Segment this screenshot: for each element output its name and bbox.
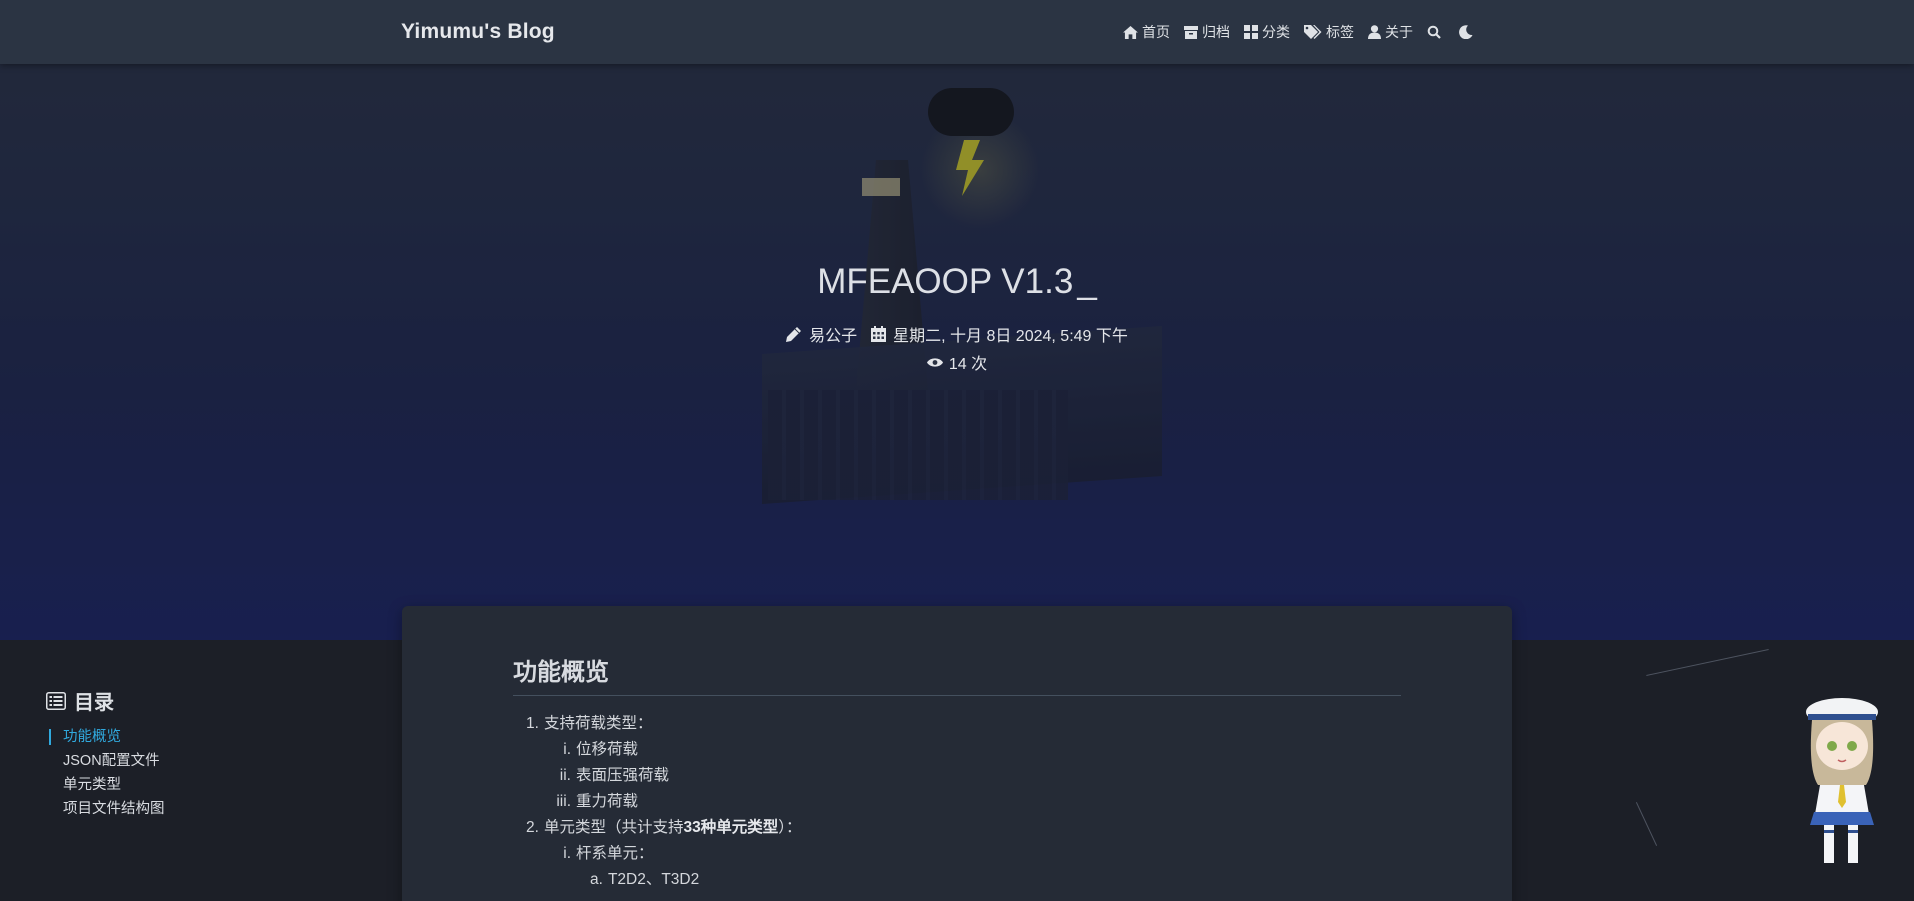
post-meta: 易公子 星期二, 十月 8日 2024, 5:49 下午 <box>0 322 1914 346</box>
toc-header: 目录 <box>46 686 165 715</box>
post-title: MFEAOOP V1.3 _ <box>0 262 1914 302</box>
list-icon <box>46 691 66 710</box>
navbar: Yimumu's Blog 首页 归档 分类 标签 关于 <box>0 0 1914 64</box>
pencil-icon <box>786 327 802 342</box>
nav-item-label: 标签 <box>1326 24 1354 40</box>
toc-list: 功能概览 JSON配置文件 单元类型 项目文件结构图 <box>46 725 165 821</box>
tags-icon <box>1304 25 1322 39</box>
list-text: 重力荷载 <box>576 793 639 810</box>
section-heading: 功能概览 <box>513 652 1401 696</box>
list-item: iii. 重力荷载 <box>513 789 1401 815</box>
archive-icon <box>1184 25 1198 39</box>
nav-item-home[interactable]: 首页 <box>1123 22 1170 42</box>
list-item: a. T2D2、T3D2 <box>513 867 1401 893</box>
list-text: ）： <box>778 819 802 836</box>
article-content: 功能概览 1. 支持荷载类型： i. 位移荷载 ii. 表面压强荷载 iii. 重力荷载… <box>513 652 1401 893</box>
list-text: 单元类型（共计支持 <box>543 819 684 836</box>
list-text-bold: 33种单元类型 <box>683 819 779 836</box>
home-icon <box>1123 25 1138 39</box>
list-text: 杆系单元： <box>576 845 654 862</box>
theme-toggle-button[interactable] <box>1459 25 1473 39</box>
typing-cursor: _ <box>1077 262 1097 301</box>
post-author: 易公子 <box>786 322 857 346</box>
list-text: 表面压强荷载 <box>576 767 670 784</box>
post-views-count: 14 次 <box>948 356 988 373</box>
post-title-text: MFEAOOP V1.3 <box>817 262 1074 301</box>
nav-item-label: 分类 <box>1262 24 1290 40</box>
grid-icon <box>1244 25 1258 39</box>
toc-item-json-config[interactable]: JSON配置文件 <box>46 749 165 773</box>
nav-item-archive[interactable]: 归档 <box>1184 22 1230 42</box>
list-number: 1. <box>526 715 539 732</box>
mascot-character[interactable] <box>1790 690 1890 870</box>
list-item: 1. 支持荷载类型： <box>513 711 1401 737</box>
user-icon <box>1368 25 1381 39</box>
toc-item-element-types[interactable]: 单元类型 <box>46 773 165 797</box>
list-number: i. <box>563 741 571 758</box>
list-number: 2. <box>526 819 539 836</box>
background-line <box>1646 649 1769 676</box>
calendar-icon <box>871 326 887 342</box>
post-views: 14 次 <box>0 350 1914 374</box>
post-author-name: 易公子 <box>809 328 858 345</box>
list-text: T2D2、T3D2 <box>607 871 700 888</box>
list-item: ii. 表面压强荷载 <box>513 763 1401 789</box>
background-line <box>1635 802 1658 846</box>
nav-item-about[interactable]: 关于 <box>1368 22 1413 42</box>
nav-item-label: 归档 <box>1202 24 1230 40</box>
nav-item-label: 首页 <box>1142 24 1170 40</box>
list-text: 支持荷载类型： <box>543 715 653 732</box>
nav-item-categories[interactable]: 分类 <box>1244 22 1290 42</box>
list-number: ii. <box>559 767 571 784</box>
list-item: 2. 单元类型（共计支持33种单元类型）： <box>513 815 1401 841</box>
post-date-text: 星期二, 十月 8日 2024, 5:49 下午 <box>893 328 1128 345</box>
toc-item-feature-overview[interactable]: 功能概览 <box>46 725 165 749</box>
list-number: a. <box>590 871 603 888</box>
list-item: i. 位移荷载 <box>513 737 1401 763</box>
list-number: i. <box>563 845 571 862</box>
moon-icon <box>1459 25 1473 39</box>
blog-brand[interactable]: Yimumu's Blog <box>401 20 555 44</box>
table-of-contents: 目录 功能概览 JSON配置文件 单元类型 项目文件结构图 <box>46 686 165 821</box>
search-button[interactable] <box>1427 25 1441 39</box>
toc-item-project-structure[interactable]: 项目文件结构图 <box>46 797 165 821</box>
banner-overlay <box>0 0 1914 640</box>
search-icon <box>1427 25 1441 39</box>
nav-menu: 首页 归档 分类 标签 关于 <box>1123 22 1491 42</box>
nav-item-label: 关于 <box>1385 24 1413 40</box>
feature-list: 1. 支持荷载类型： i. 位移荷载 ii. 表面压强荷载 iii. 重力荷载 2. 单元… <box>513 711 1401 893</box>
post-date: 星期二, 十月 8日 2024, 5:49 下午 <box>871 322 1128 346</box>
nav-item-tags[interactable]: 标签 <box>1304 22 1354 42</box>
toc-title: 目录 <box>74 692 114 714</box>
list-text: 位移荷载 <box>576 741 639 758</box>
hero-banner <box>0 0 1914 640</box>
list-number: iii. <box>556 793 571 810</box>
list-item: i. 杆系单元： <box>513 841 1401 867</box>
eye-icon <box>926 357 943 367</box>
